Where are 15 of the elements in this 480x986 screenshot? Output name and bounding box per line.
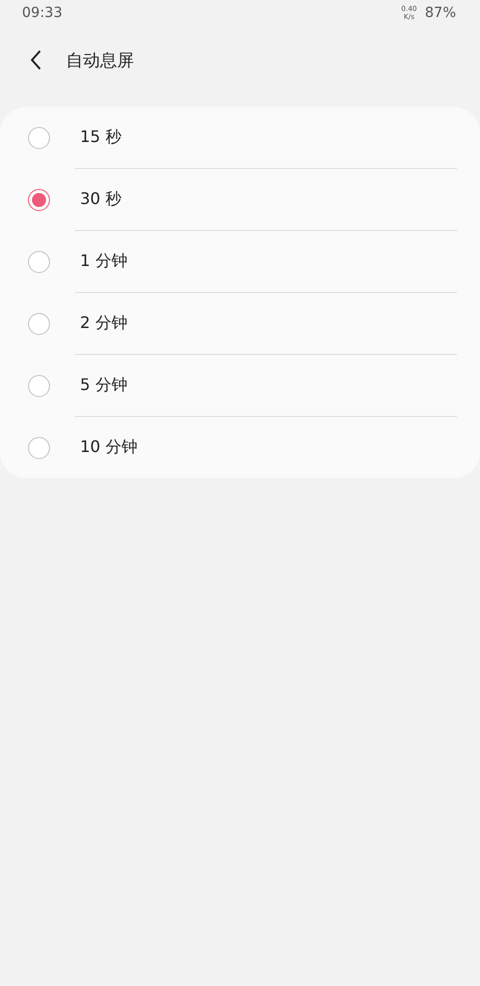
option-label[interactable]: 30 秒 [80, 189, 122, 210]
radio-button[interactable] [28, 126, 50, 148]
option-label[interactable]: 5 分钟 [80, 375, 128, 396]
option-label[interactable]: 10 分钟 [80, 437, 138, 458]
radio-button[interactable] [28, 250, 50, 272]
option-label[interactable]: 15 秒 [80, 127, 122, 148]
option-label[interactable]: 1 分钟 [80, 251, 128, 272]
option-label[interactable]: 2 分钟 [80, 313, 128, 334]
radio-button[interactable] [28, 436, 50, 458]
radio-button[interactable] [28, 312, 50, 334]
battery-level: 87% [424, 5, 456, 21]
radio-button[interactable] [28, 188, 50, 210]
page-title: 自动息屏 [66, 50, 134, 72]
radio-button[interactable] [28, 374, 50, 396]
status-time: 09:33 [22, 5, 64, 21]
